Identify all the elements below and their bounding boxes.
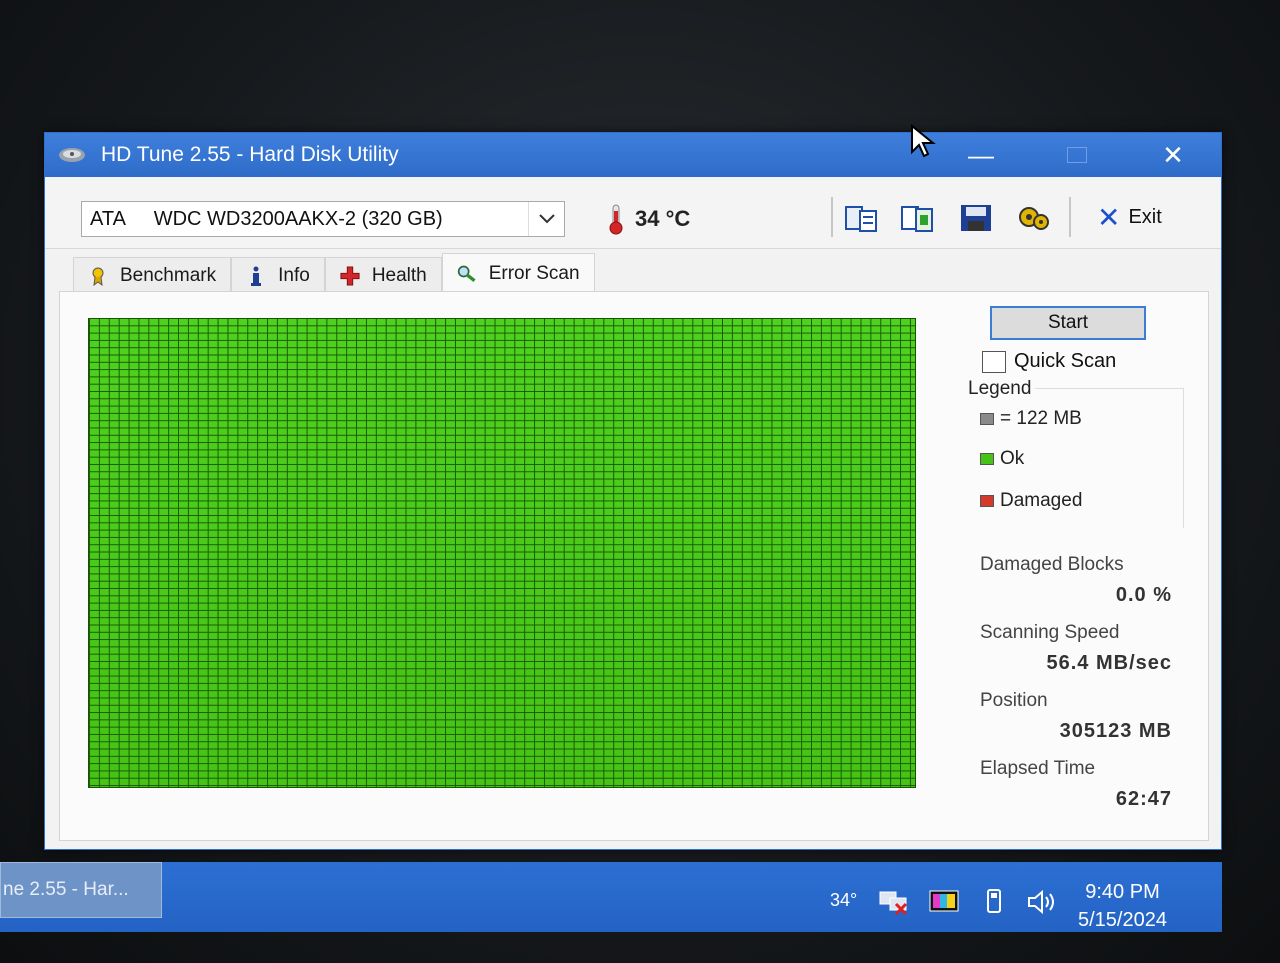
health-cross-icon (340, 265, 360, 286)
temperature-display: 34 °C (607, 203, 690, 235)
maximize-button[interactable] (1029, 133, 1125, 177)
thermometer-icon (609, 204, 623, 235)
close-button[interactable]: ✕ (1125, 133, 1221, 177)
legend-damaged: Damaged (980, 490, 1082, 512)
hard-disk-icon (57, 146, 87, 164)
scan-sidebar: Start Quick Scan Legend = 122 MB Ok Dama… (960, 292, 1200, 832)
scanning-speed-value: 56.4 MB/sec (1046, 652, 1172, 674)
scanning-speed-label: Scanning Speed (980, 622, 1120, 643)
exit-button[interactable]: ✕ Exit (1097, 201, 1162, 234)
toolbar: ATA WDC WD3200AAKX-2 (320 GB) 34 °C ✕ Ex… (45, 177, 1221, 249)
drive-interface: ATA (90, 207, 126, 230)
save-icon[interactable] (957, 203, 995, 233)
tab-benchmark[interactable]: Benchmark (73, 257, 232, 293)
chevron-down-icon[interactable] (528, 202, 564, 236)
minimize-button[interactable]: — (933, 133, 1029, 177)
ok-swatch-icon (980, 453, 994, 465)
damaged-swatch-icon (980, 495, 994, 507)
toolbar-separator (831, 197, 833, 237)
checkbox-icon (982, 350, 1006, 373)
legend-block-size: = 122 MB (980, 408, 1082, 430)
legend-ok: Ok (980, 448, 1024, 470)
magnifier-icon (457, 264, 477, 284)
damaged-blocks-value: 0.0 % (1115, 584, 1172, 606)
start-button[interactable]: Start (990, 306, 1146, 340)
exit-x-icon: ✕ (1097, 202, 1121, 233)
usb-drive-icon[interactable] (980, 888, 1012, 916)
taskbar-item-hdtune[interactable]: ne 2.55 - Har... (0, 862, 162, 918)
display-icon[interactable] (928, 888, 960, 916)
temperature-value: 34 °C (635, 206, 691, 231)
scan-block-map (88, 318, 916, 788)
hdtune-window: HD Tune 2.55 - Hard Disk Utility — ✕ ATA… (44, 132, 1222, 850)
clock-date: 5/15/2024 (1078, 909, 1167, 931)
elapsed-time-value: 62:47 (1115, 788, 1172, 810)
elapsed-time-label: Elapsed Time (980, 758, 1096, 779)
damaged-blocks-label: Damaged Blocks (980, 554, 1124, 575)
clock-time: 9:40 PM (1085, 881, 1160, 903)
copy-info-icon[interactable] (843, 203, 881, 233)
tray-temperature: 34° (830, 890, 858, 910)
quick-scan-checkbox[interactable]: Quick Scan (982, 350, 1116, 373)
maximize-icon (1067, 147, 1087, 163)
copy-all-icon[interactable] (899, 203, 937, 233)
tab-bar: Benchmark Info Health Error Scan (73, 253, 595, 293)
toolbar-separator (1069, 197, 1071, 237)
block-swatch-icon (980, 413, 994, 425)
position-value: 305123 MB (1059, 720, 1172, 742)
drive-name: WDC WD3200AAKX-2 (320 GB) (153, 207, 443, 230)
exit-label: Exit (1128, 206, 1162, 228)
clock[interactable]: 9:40 PM 5/15/2024 (1078, 878, 1167, 934)
legend-title: Legend (968, 378, 1036, 400)
position-label: Position (980, 690, 1048, 711)
network-icon[interactable] (878, 888, 910, 916)
mouse-cursor-icon (911, 124, 936, 158)
info-icon (246, 266, 266, 286)
title-bar[interactable]: HD Tune 2.55 - Hard Disk Utility — ✕ (45, 133, 1221, 177)
tab-error-scan[interactable]: Error Scan (441, 253, 595, 293)
volume-icon[interactable] (1026, 888, 1058, 916)
tab-health[interactable]: Health (324, 257, 442, 293)
drive-select[interactable]: ATA WDC WD3200AAKX-2 (320 GB) (81, 201, 565, 237)
error-scan-panel: Start Quick Scan Legend = 122 MB Ok Dama… (59, 291, 1209, 841)
taskbar: ne 2.55 - Har... 34° 9:40 PM 5/15/2024 (0, 862, 1222, 932)
tab-info[interactable]: Info (231, 257, 325, 293)
window-title: HD Tune 2.55 - Hard Disk Utility (101, 143, 399, 166)
options-gear-icon[interactable] (1015, 203, 1053, 233)
medal-icon (88, 266, 108, 286)
